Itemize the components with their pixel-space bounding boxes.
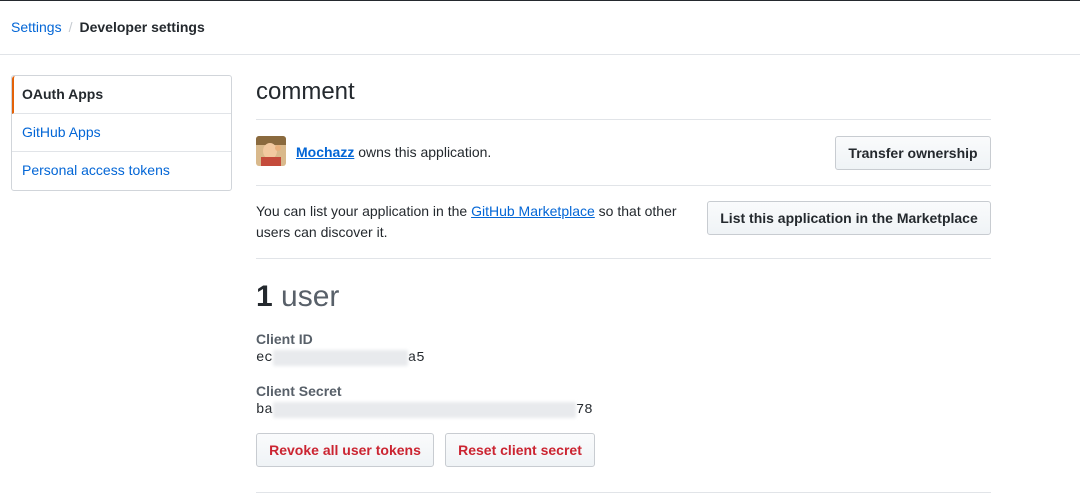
client-secret-prefix: ba	[256, 402, 273, 418]
client-secret-label: Client Secret	[256, 383, 342, 399]
sidebar-item-oauth-apps[interactable]: OAuth Apps	[12, 76, 231, 114]
divider	[256, 185, 991, 186]
marketplace-text-before: You can list your application in the	[256, 203, 472, 219]
user-count-label: user	[272, 280, 340, 313]
owner-username-link[interactable]: Mochazz	[296, 144, 354, 160]
revoke-all-user-tokens-button[interactable]: Revoke all user tokens	[256, 433, 434, 467]
app-settings-main: comment Mochazz owns this application. T…	[256, 0, 991, 495]
breadcrumb-settings-link[interactable]: Settings	[11, 19, 62, 35]
divider	[256, 258, 991, 259]
breadcrumb-separator: /	[68, 19, 73, 35]
client-secret-suffix: 78	[575, 402, 593, 418]
owner-suffix: owns this application.	[354, 144, 492, 160]
redacted-block	[272, 402, 576, 418]
github-marketplace-link[interactable]: GitHub Marketplace	[471, 203, 595, 219]
client-id-value: ec a5	[256, 350, 425, 366]
client-id-suffix: a5	[407, 350, 425, 366]
owner-text: Mochazz owns this application.	[296, 144, 491, 160]
breadcrumb: Settings / Developer settings	[11, 19, 205, 35]
page-title: comment	[256, 78, 355, 105]
avatar[interactable]	[256, 136, 286, 166]
sidebar-item-personal-access-tokens[interactable]: Personal access tokens	[12, 152, 231, 190]
divider	[256, 119, 991, 120]
client-id-label: Client ID	[256, 331, 313, 347]
redacted-block	[272, 350, 408, 366]
reset-client-secret-button[interactable]: Reset client secret	[445, 433, 595, 467]
client-id-prefix: ec	[256, 350, 273, 366]
user-count: 1 user	[256, 280, 339, 314]
settings-sidebar: OAuth Apps GitHub Apps Personal access t…	[11, 75, 232, 191]
client-secret-value: ba 78	[256, 402, 593, 418]
transfer-ownership-button[interactable]: Transfer ownership	[835, 136, 991, 170]
divider	[256, 492, 991, 493]
user-count-number: 1	[256, 280, 273, 313]
list-in-marketplace-button[interactable]: List this application in the Marketplace	[707, 201, 991, 235]
breadcrumb-current: Developer settings	[79, 19, 205, 35]
marketplace-description: You can list your application in the Git…	[256, 201, 696, 243]
sidebar-item-github-apps[interactable]: GitHub Apps	[12, 114, 231, 152]
